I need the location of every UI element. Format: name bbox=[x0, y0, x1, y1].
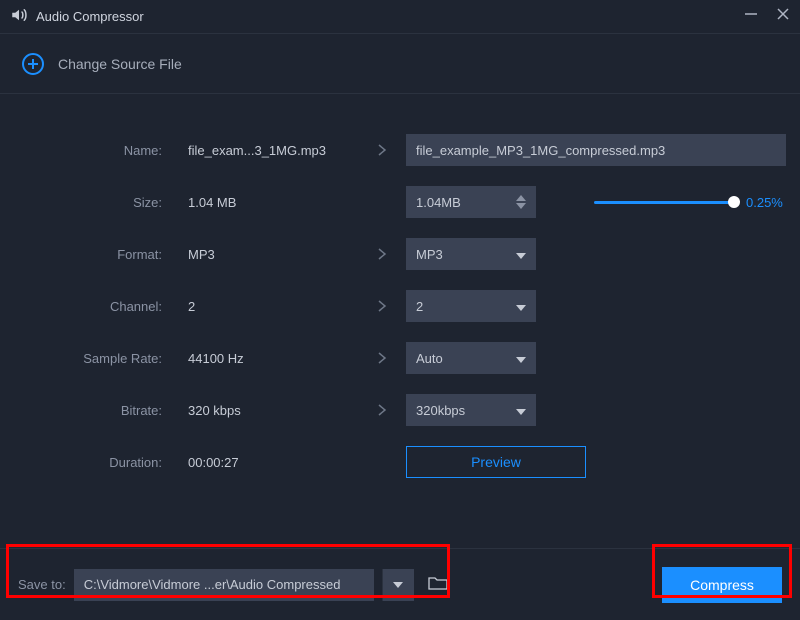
slider-thumb-icon[interactable] bbox=[728, 196, 740, 208]
bitrate-select-value: 320kbps bbox=[416, 403, 465, 418]
duration-current: 00:00:27 bbox=[178, 455, 358, 470]
channel-label: Channel: bbox=[0, 299, 170, 314]
speaker-waves-icon bbox=[10, 6, 28, 27]
caret-down-icon bbox=[516, 351, 526, 366]
bitrate-row: Bitrate: 320 kbps 320kbps bbox=[0, 394, 772, 426]
size-output-spinner[interactable]: 1.04MB bbox=[406, 186, 536, 218]
format-row: Format: MP3 MP3 bbox=[0, 238, 772, 270]
audio-compressor-window: Audio Compressor Change Source File Name… bbox=[0, 0, 800, 620]
save-path-value: C:\Vidmore\Vidmore ...er\Audio Compresse… bbox=[84, 577, 341, 592]
sample-rate-row: Sample Rate: 44100 Hz Auto bbox=[0, 342, 772, 374]
name-row: Name: file_exam...3_1MG.mp3 file_example… bbox=[0, 134, 772, 166]
bitrate-current: 320 kbps bbox=[178, 403, 358, 418]
caret-down-icon bbox=[516, 403, 526, 418]
chevron-right-icon bbox=[366, 403, 398, 417]
name-output-value: file_example_MP3_1MG_compressed.mp3 bbox=[416, 143, 665, 158]
window-controls bbox=[744, 7, 790, 26]
chevron-right-icon bbox=[366, 351, 398, 365]
channel-select[interactable]: 2 bbox=[406, 290, 536, 322]
sample-rate-current: 44100 Hz bbox=[178, 351, 358, 366]
caret-down-icon bbox=[516, 299, 526, 314]
size-percent: 0.25% bbox=[746, 195, 794, 210]
chevron-right-icon bbox=[366, 299, 398, 313]
compress-button[interactable]: Compress bbox=[662, 567, 782, 603]
channel-select-value: 2 bbox=[416, 299, 423, 314]
save-to-label: Save to: bbox=[18, 577, 66, 592]
bitrate-label: Bitrate: bbox=[0, 403, 170, 418]
close-icon[interactable] bbox=[776, 7, 790, 26]
caret-down-icon bbox=[516, 247, 526, 262]
sample-rate-select-value: Auto bbox=[416, 351, 443, 366]
size-slider[interactable] bbox=[594, 201, 734, 204]
bottom-bar: Save to: C:\Vidmore\Vidmore ...er\Audio … bbox=[0, 548, 800, 620]
titlebar: Audio Compressor bbox=[0, 0, 800, 34]
save-to-group: Save to: C:\Vidmore\Vidmore ...er\Audio … bbox=[18, 569, 454, 601]
name-current: file_exam...3_1MG.mp3 bbox=[178, 143, 358, 158]
save-path-dropdown[interactable] bbox=[382, 569, 414, 601]
preview-button[interactable]: Preview bbox=[406, 446, 586, 478]
channel-row: Channel: 2 2 bbox=[0, 290, 772, 322]
format-select[interactable]: MP3 bbox=[406, 238, 536, 270]
duration-row: Duration: 00:00:27 Preview bbox=[0, 446, 772, 478]
size-row: Size: 1.04 MB 1.04MB 0.25% bbox=[0, 186, 772, 218]
change-source-label: Change Source File bbox=[58, 56, 182, 72]
duration-label: Duration: bbox=[0, 455, 170, 470]
sample-rate-label: Sample Rate: bbox=[0, 351, 170, 366]
open-folder-button[interactable] bbox=[422, 569, 454, 601]
bitrate-select[interactable]: 320kbps bbox=[406, 394, 536, 426]
format-current: MP3 bbox=[178, 247, 358, 262]
name-label: Name: bbox=[0, 143, 170, 158]
format-label: Format: bbox=[0, 247, 170, 262]
size-label: Size: bbox=[0, 195, 170, 210]
save-path-display[interactable]: C:\Vidmore\Vidmore ...er\Audio Compresse… bbox=[74, 569, 374, 601]
sample-rate-select[interactable]: Auto bbox=[406, 342, 536, 374]
spinner-down-icon[interactable] bbox=[516, 203, 526, 209]
size-slider-group: 0.25% bbox=[594, 195, 794, 210]
size-current: 1.04 MB bbox=[178, 195, 358, 210]
minimize-icon[interactable] bbox=[744, 7, 758, 26]
name-output-field[interactable]: file_example_MP3_1MG_compressed.mp3 bbox=[406, 134, 786, 166]
chevron-right-icon bbox=[366, 143, 398, 157]
settings-form: Name: file_exam...3_1MG.mp3 file_example… bbox=[0, 94, 800, 548]
change-source-row[interactable]: Change Source File bbox=[0, 34, 800, 94]
channel-current: 2 bbox=[178, 299, 358, 314]
format-select-value: MP3 bbox=[416, 247, 443, 262]
chevron-right-icon bbox=[366, 247, 398, 261]
app-title-text: Audio Compressor bbox=[36, 9, 144, 24]
folder-icon bbox=[428, 575, 448, 594]
app-title-area: Audio Compressor bbox=[10, 6, 744, 27]
plus-circle-icon bbox=[22, 53, 44, 75]
size-output-value: 1.04MB bbox=[416, 195, 461, 210]
spinner-up-icon[interactable] bbox=[516, 195, 526, 201]
